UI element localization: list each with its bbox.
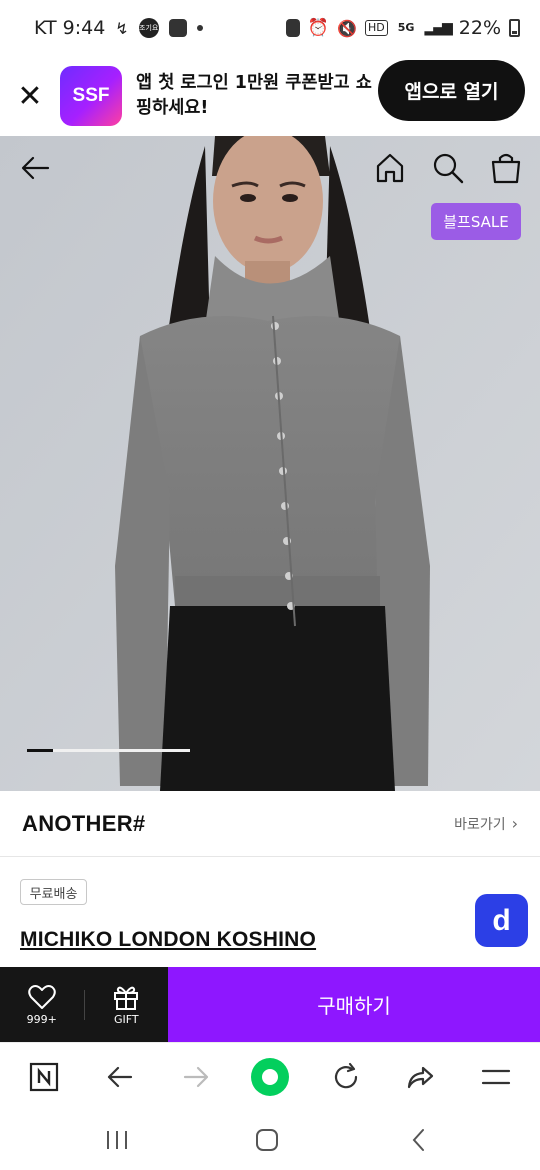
network-5g-icon: 5G <box>397 21 415 34</box>
app-install-banner: ✕ SSF 앱 첫 로그인 1만원 쿠폰받고 쇼핑하세요! 앱으로 열기 <box>0 56 540 136</box>
menu-icon[interactable] <box>476 1057 516 1097</box>
hd-icon: HD <box>365 20 388 36</box>
purchase-bar: 999+ GIFT 구매하기 <box>0 967 540 1042</box>
missed-call-icon: ↯ <box>115 18 129 38</box>
hero-navigation <box>0 150 540 186</box>
brand-name: ANOTHER# <box>22 810 146 836</box>
sale-badge: 블프SALE <box>431 203 521 240</box>
gift-button[interactable]: GIFT <box>85 984 169 1026</box>
carrier-time: KT 9:44 <box>34 17 106 39</box>
home-button-icon[interactable] <box>254 1128 280 1152</box>
reload-icon[interactable] <box>326 1057 366 1097</box>
floating-d-icon[interactable]: d <box>475 894 528 947</box>
system-back-icon[interactable] <box>406 1128 432 1152</box>
gift-icon <box>114 986 139 1010</box>
app-notify-icon <box>285 19 300 37</box>
brand-row[interactable]: ANOTHER# 바로가기 › <box>0 791 540 857</box>
shopping-bag-icon[interactable] <box>488 150 524 186</box>
status-bar: KT 9:44 ↯ 조기요 ⏰ 🔇 HD 5G ▂▄▆ 22% <box>0 0 540 56</box>
notification-badge: 조기요 <box>138 18 159 38</box>
home-icon[interactable] <box>372 150 408 186</box>
product-image-carousel[interactable]: 블프SALE <box>0 136 540 791</box>
open-app-button[interactable]: 앱으로 열기 <box>378 60 525 121</box>
mute-icon: 🔇 <box>337 18 358 38</box>
more-notifications-icon <box>196 25 203 31</box>
alarm-icon: ⏰ <box>307 18 330 38</box>
like-count: 999+ <box>26 1012 57 1026</box>
product-brand-link[interactable]: MICHIKO LONDON KOSHINO <box>20 928 316 952</box>
recent-apps-icon[interactable] <box>104 1128 130 1152</box>
back-icon[interactable] <box>100 1057 140 1097</box>
share-icon[interactable] <box>400 1057 440 1097</box>
battery-percent: 22% <box>458 17 501 39</box>
browser-toolbar <box>0 1042 540 1110</box>
gift-label: GIFT <box>113 1012 139 1026</box>
gallery-icon <box>168 19 187 37</box>
buy-button[interactable]: 구매하기 <box>168 967 540 1042</box>
home-circle-icon[interactable] <box>250 1057 290 1097</box>
chevron-right-icon: › <box>511 814 518 833</box>
signal-icon: ▂▄▆ <box>424 20 452 36</box>
like-button[interactable]: 999+ <box>0 984 84 1026</box>
close-icon[interactable]: ✕ <box>0 79 60 114</box>
purchase-bar-actions: 999+ GIFT <box>0 967 168 1042</box>
back-arrow-icon[interactable] <box>18 150 54 186</box>
battery-icon <box>509 19 520 37</box>
forward-icon[interactable] <box>176 1057 216 1097</box>
free-shipping-tag: 무료배송 <box>20 879 87 905</box>
search-icon[interactable] <box>430 150 466 186</box>
carousel-progress-fill <box>27 749 54 752</box>
naver-n-icon[interactable] <box>24 1057 64 1097</box>
carousel-progress-bar <box>27 749 190 752</box>
brand-shortcut-label: 바로가기 <box>454 816 506 833</box>
banner-message: 앱 첫 로그인 1만원 쿠폰받고 쇼핑하세요! <box>136 73 372 118</box>
ssf-app-logo: SSF <box>60 66 122 126</box>
system-navigation-bar <box>0 1110 540 1170</box>
brand-shortcut-link[interactable]: 바로가기 › <box>454 814 518 834</box>
heart-icon <box>28 984 56 1009</box>
